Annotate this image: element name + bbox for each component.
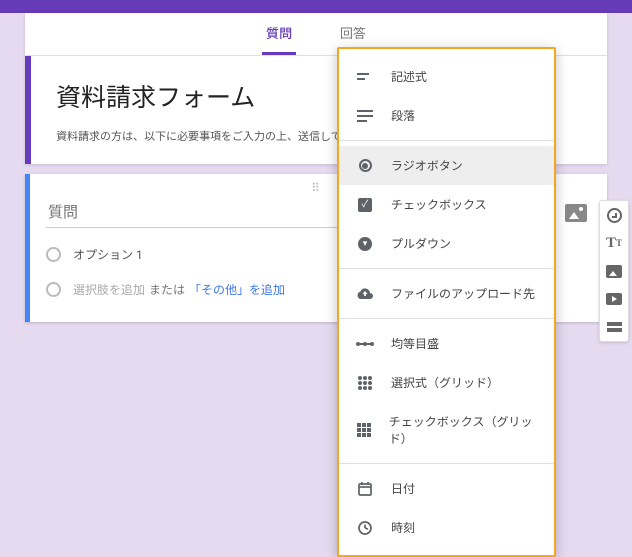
menu-short-answer[interactable]: 記述式 [339, 57, 554, 96]
menu-separator [339, 268, 554, 269]
menu-label: 均等目盛 [391, 335, 439, 352]
radio-icon [46, 282, 61, 297]
short-answer-icon [355, 72, 375, 82]
linear-scale-icon [355, 340, 375, 348]
floating-toolbar: TT [599, 200, 629, 342]
add-section-button[interactable] [605, 319, 623, 335]
menu-label: 時刻 [391, 519, 415, 536]
add-question-button[interactable] [605, 207, 623, 223]
menu-label: ラジオボタン [391, 157, 463, 174]
menu-label: 段落 [391, 107, 415, 124]
top-accent-bar [0, 0, 632, 13]
dropdown-icon: ▾ [355, 237, 375, 251]
add-video-button[interactable] [605, 291, 623, 307]
menu-label: ファイルのアップロード先 [391, 285, 535, 302]
menu-label: チェックボックス [391, 196, 487, 213]
menu-label: 選択式（グリッド） [391, 374, 499, 391]
question-type-menu: 記述式 段落 ラジオボタン ✓ チェックボックス ▾ プルダウン ファイルのアッ… [337, 47, 556, 557]
or-text: または [149, 281, 185, 298]
menu-label: プルダウン [391, 235, 451, 252]
grid-radio-icon [355, 376, 375, 390]
calendar-icon [355, 482, 375, 496]
menu-linear-scale[interactable]: 均等目盛 [339, 324, 554, 363]
menu-paragraph[interactable]: 段落 [339, 96, 554, 135]
insert-image-icon[interactable] [565, 204, 587, 222]
menu-label: チェックボックス（グリッド） [389, 413, 538, 447]
radio-button-icon [355, 159, 375, 172]
add-image-button[interactable] [605, 263, 623, 279]
menu-label: 日付 [391, 480, 415, 497]
radio-icon [46, 247, 61, 262]
add-option-button[interactable]: 選択肢を追加 [73, 281, 145, 298]
option-1-label[interactable]: オプション 1 [73, 246, 143, 263]
checkbox-icon: ✓ [355, 198, 375, 212]
grid-checkbox-icon [355, 423, 373, 437]
menu-separator [339, 318, 554, 319]
menu-cb-grid[interactable]: チェックボックス（グリッド） [339, 402, 554, 458]
paragraph-icon [355, 110, 375, 122]
menu-radio[interactable]: ラジオボタン [339, 146, 554, 185]
menu-label: 記述式 [391, 68, 427, 85]
menu-date[interactable]: 日付 [339, 469, 554, 508]
menu-separator [339, 140, 554, 141]
clock-icon [355, 521, 375, 535]
tab-questions[interactable]: 質問 [262, 23, 296, 55]
menu-time[interactable]: 時刻 [339, 508, 554, 547]
menu-separator [339, 463, 554, 464]
menu-mc-grid[interactable]: 選択式（グリッド） [339, 363, 554, 402]
cloud-upload-icon [355, 287, 375, 300]
add-title-button[interactable]: TT [605, 235, 623, 251]
menu-file-upload[interactable]: ファイルのアップロード先 [339, 274, 554, 313]
menu-checkbox[interactable]: ✓ チェックボックス [339, 185, 554, 224]
menu-dropdown[interactable]: ▾ プルダウン [339, 224, 554, 263]
add-other-button[interactable]: 「その他」を追加 [189, 281, 285, 298]
